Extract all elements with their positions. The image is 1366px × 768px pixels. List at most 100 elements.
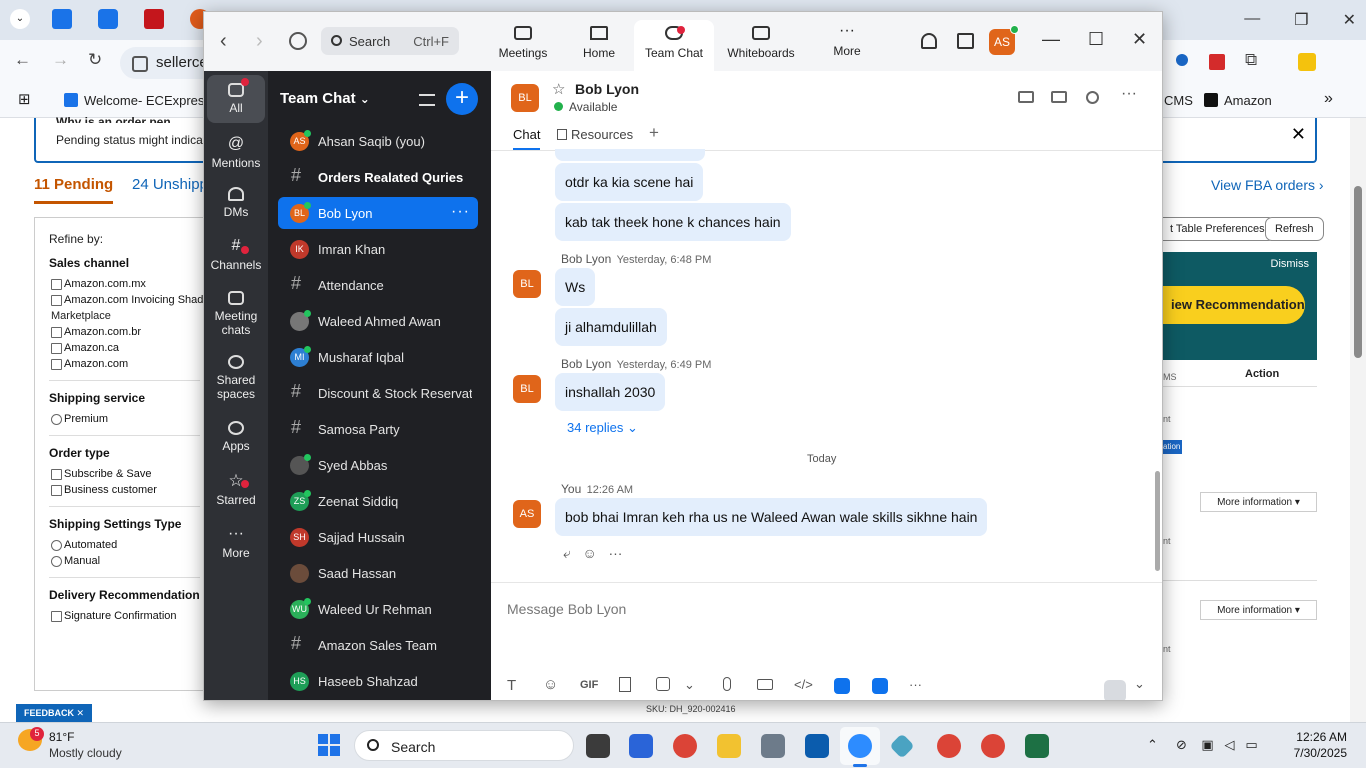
outlook-icon[interactable]	[805, 734, 829, 758]
filter-checkbox[interactable]: Amazon.ca	[49, 340, 214, 356]
screenshot-icon[interactable]	[656, 677, 670, 691]
message-bubble[interactable]: kab tak theek hone k chances hain	[555, 203, 791, 241]
volume-icon[interactable]: ◁	[1224, 737, 1234, 752]
app-diamond-icon[interactable]	[889, 733, 915, 759]
bookmarks-overflow-icon[interactable]: »	[1324, 90, 1333, 108]
tab-meetings[interactable]: Meetings	[483, 20, 563, 60]
filter-checkbox[interactable]: Business customer	[49, 482, 214, 498]
rail-all[interactable]: All	[207, 75, 265, 123]
message-bubble[interactable]: bob bhai Imran keh rha us ne Waleed Awan…	[555, 498, 988, 536]
gif-icon[interactable]: GIF	[580, 679, 598, 691]
calendar-icon[interactable]	[957, 33, 974, 49]
tab-more[interactable]: ··· More	[807, 20, 887, 58]
chrome-profile-icon[interactable]	[981, 734, 1005, 758]
contact-avatar[interactable]: BL	[511, 84, 539, 112]
refresh-button[interactable]: Refresh	[1265, 217, 1324, 241]
filter-checkbox[interactable]: Amazon.com.br	[49, 324, 214, 340]
zoom-search-box[interactable]: Search Ctrl+F	[321, 27, 459, 55]
dm-item[interactable]: SH Sajjad Hussain	[278, 521, 478, 553]
filter-checkbox[interactable]: Amazon.com Invoicing Shado	[49, 292, 214, 308]
browser-close-icon[interactable]: ✕	[1343, 10, 1356, 30]
file-explorer-icon[interactable]	[717, 734, 741, 758]
filter-checkbox[interactable]: Signature Confirmation	[49, 608, 214, 624]
maximize-icon[interactable]: ☐	[1088, 29, 1104, 50]
minimize-icon[interactable]: —	[1042, 29, 1060, 50]
more-dots-icon[interactable]: ···	[451, 203, 470, 221]
dm-item[interactable]: WU Waleed Ur Rehman	[278, 593, 478, 625]
rail-dms[interactable]: DMs	[207, 187, 265, 219]
emoji-reaction-icon[interactable]: ☺	[583, 545, 597, 561]
browser-minimize-icon[interactable]: —	[1244, 10, 1260, 30]
tab-list-icon[interactable]: ⌄	[10, 9, 30, 29]
rail-meeting-chats[interactable]: Meeting chats	[207, 291, 265, 337]
store-icon[interactable]	[629, 734, 653, 758]
reload-icon[interactable]: ↻	[88, 50, 102, 70]
more-dots-icon[interactable]: ···	[1121, 85, 1137, 103]
file-icon[interactable]	[619, 677, 631, 692]
more-dots-icon[interactable]: ···	[909, 677, 922, 692]
dm-item[interactable]: AS Ahsan Saqib (you)	[278, 125, 478, 157]
chrome-icon[interactable]	[673, 734, 697, 758]
tab-whiteboards[interactable]: Whiteboards	[721, 20, 801, 60]
video-call-icon[interactable]	[1018, 91, 1034, 103]
chevron-up-icon[interactable]: ⌃	[1147, 737, 1158, 752]
message-bubble[interactable]: ji alhamdulillah	[555, 308, 667, 346]
bookmark-amazon[interactable]: Amazon	[1204, 93, 1272, 108]
table-preferences-button[interactable]: t Table Preferences	[1161, 217, 1275, 241]
excel-icon[interactable]	[1025, 734, 1049, 758]
channel-item[interactable]: # Discount & Stock Reservati...	[278, 377, 478, 409]
close-icon[interactable]: ✕	[1132, 29, 1147, 50]
rail-apps[interactable]: Apps	[207, 421, 265, 453]
rail-more[interactable]: ··· More	[207, 525, 265, 560]
filter-checkbox[interactable]: Marketplace	[49, 308, 214, 324]
filter-checkbox[interactable]: Subscribe & Save	[49, 466, 214, 482]
tab-resources[interactable]: Resources	[557, 127, 633, 142]
app-tab-icon[interactable]	[98, 9, 118, 29]
clock-time[interactable]: 12:26 AM	[1295, 730, 1347, 744]
rail-shared-spaces[interactable]: Shared spaces	[207, 355, 265, 401]
browser-restore-icon[interactable]: ❐	[1294, 10, 1308, 30]
dm-item[interactable]: MI Musharaf Iqbal	[278, 341, 478, 373]
chrome-profile-icon[interactable]	[937, 734, 961, 758]
network-icon[interactable]: ⊘	[1176, 737, 1187, 752]
zoom-forward-icon[interactable]: ›	[256, 30, 263, 53]
channel-item[interactable]: # Samosa Party	[278, 413, 478, 445]
rail-mentions[interactable]: @ Mentions	[207, 135, 265, 170]
calculator-icon[interactable]	[761, 734, 785, 758]
history-icon[interactable]	[289, 32, 307, 50]
add-tab-plus-icon[interactable]: +	[649, 123, 659, 143]
channel-item[interactable]: # Amazon Sales Team	[278, 629, 478, 661]
rail-channels[interactable]: # Channels	[207, 237, 265, 272]
chevron-down-icon[interactable]: ⌄	[1134, 676, 1145, 692]
channel-item[interactable]: # Attendance	[278, 269, 478, 301]
filter-checkbox[interactable]: Amazon.com	[49, 356, 214, 372]
more-information-button[interactable]: More information ▾	[1200, 600, 1317, 620]
text-format-icon[interactable]: T	[507, 677, 516, 694]
pdf-extension-icon[interactable]	[1209, 54, 1225, 70]
message-bubble[interactable]: Ws	[555, 268, 596, 306]
reply-icon[interactable]: ⤶	[563, 545, 571, 561]
windows-start-icon[interactable]	[318, 734, 340, 756]
tab-pending[interactable]: 11 Pending	[34, 176, 114, 204]
dm-item[interactable]: Syed Abbas	[278, 449, 478, 481]
battery-icon[interactable]: ▭	[1245, 737, 1257, 752]
sender-avatar[interactable]: BL	[513, 270, 541, 298]
thread-replies-link[interactable]: 34 replies ⌄	[567, 420, 638, 436]
apps-grid-icon[interactable]: ⊞	[18, 90, 31, 108]
extensions-puzzle-icon[interactable]: ⧉	[1245, 50, 1257, 70]
app-integration-icon[interactable]	[872, 678, 888, 694]
bookmark-cms[interactable]: CMS	[1164, 93, 1193, 108]
taskbar-search[interactable]: Search	[354, 730, 574, 761]
filter-checkbox[interactable]: Amazon.com.mx	[49, 276, 214, 292]
contact-name[interactable]: Bob Lyon	[575, 81, 639, 97]
dm-item[interactable]: Saad Hassan	[278, 557, 478, 589]
app-integration-icon[interactable]	[834, 678, 850, 694]
microphone-icon[interactable]	[723, 677, 731, 691]
temperature[interactable]: 81°F	[49, 730, 74, 744]
filter-radio[interactable]: Manual	[49, 553, 214, 569]
tab-home[interactable]: Home	[559, 20, 639, 60]
feedback-button[interactable]: FEEDBACK ✕	[16, 704, 93, 722]
zoom-back-icon[interactable]: ‹	[220, 30, 227, 53]
video-message-icon[interactable]	[757, 679, 773, 690]
emoji-icon[interactable]: ☺	[543, 676, 558, 693]
